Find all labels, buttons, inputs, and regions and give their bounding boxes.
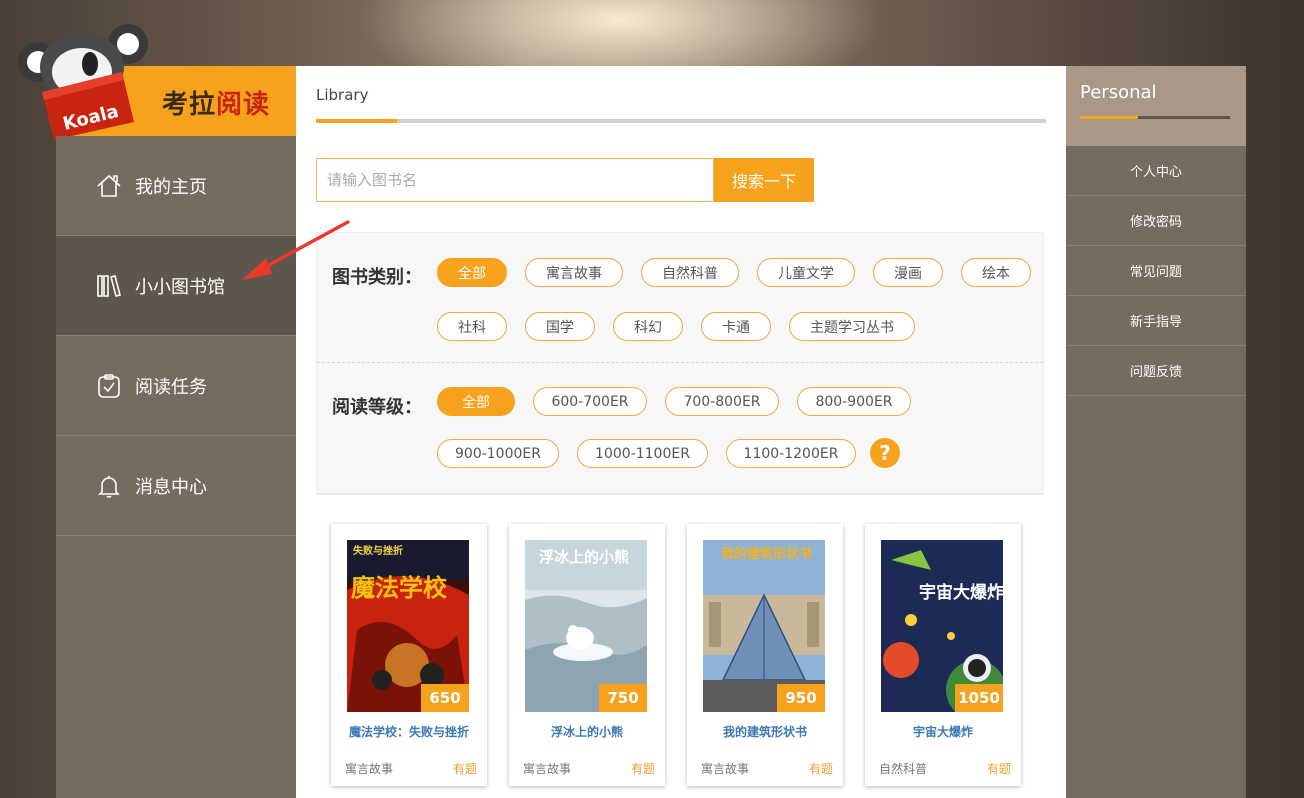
book-title[interactable]: 我的建筑形状书 <box>693 724 837 741</box>
library-icon <box>96 273 122 299</box>
brand-name: 考拉阅读 <box>162 90 271 120</box>
sidebar-item-tasks[interactable]: 阅读任务 <box>56 336 296 436</box>
book-category: 寓言故事 <box>701 762 750 776</box>
sidebar-item-label: 小小图书馆 <box>135 276 225 298</box>
level-badge: 950 <box>777 684 825 712</box>
sidebar-item-label: 我的主页 <box>135 176 207 198</box>
menu-item-faq[interactable]: 常见问题 <box>1066 246 1246 296</box>
category-pill[interactable]: 主题学习丛书 <box>789 312 915 341</box>
cover-title: 我的建筑形状书 <box>721 546 812 562</box>
cover-title: 宇宙大爆炸 <box>919 582 1003 603</box>
level-pill[interactable]: 1000-1100ER <box>577 439 708 468</box>
book-card[interactable]: 我的建筑形状书 950 我的建筑形状书 寓言故事 有题 <box>687 524 843 786</box>
level-label: 阅读等级： <box>332 397 422 418</box>
category-pill[interactable]: 社科 <box>437 312 507 341</box>
book-category: 寓言故事 <box>345 762 394 776</box>
filter-panel: 图书类别： 全部 寓言故事 自然科普 儿童文学 漫画 绘本 社科 国学 科幻 卡… <box>316 232 1044 494</box>
menu-item-profile[interactable]: 个人中心 <box>1066 146 1246 196</box>
book-category: 自然科普 <box>879 762 928 776</box>
book-quiz-tag: 有题 <box>452 762 477 776</box>
book-cover[interactable]: 失败与挫折 魔法学校 650 <box>347 540 469 712</box>
sidebar-item-label: 消息中心 <box>135 476 207 498</box>
category-pill[interactable]: 儿童文学 <box>757 258 855 287</box>
personal-title: Personal <box>1080 82 1157 103</box>
personal-header: Personal <box>1066 66 1246 146</box>
help-icon[interactable]: ? <box>870 438 900 468</box>
book-title[interactable]: 浮冰上的小熊 <box>515 724 659 741</box>
clipboard-check-icon <box>96 373 122 399</box>
level-badge: 650 <box>421 684 469 712</box>
book-category: 寓言故事 <box>523 762 572 776</box>
book-quiz-tag: 有题 <box>808 762 833 776</box>
book-title[interactable]: 魔法学校：失败与挫折 <box>337 724 481 741</box>
category-pill[interactable]: 自然科普 <box>641 258 739 287</box>
level-filter: 阅读等级： 全部 600-700ER 700-800ER 800-900ER 9… <box>317 363 1043 495</box>
sidebar-item-label: 阅读任务 <box>135 376 207 398</box>
category-pill[interactable]: 寓言故事 <box>525 258 623 287</box>
menu-item-change-password[interactable]: 修改密码 <box>1066 196 1246 246</box>
level-pill[interactable]: 700-800ER <box>665 387 779 416</box>
book-card[interactable]: 宇宙大爆炸 1050 宇宙大爆炸 自然科普 有题 <box>865 524 1021 786</box>
search-button[interactable]: 搜索一下 <box>714 158 814 202</box>
koala-mascot-logo: Koala <box>18 24 148 140</box>
divider <box>316 494 1044 495</box>
level-pill[interactable]: 800-900ER <box>797 387 911 416</box>
home-icon <box>96 173 122 199</box>
book-cover[interactable]: 我的建筑形状书 950 <box>703 540 825 712</box>
category-filter: 图书类别： 全部 寓言故事 自然科普 儿童文学 漫画 绘本 社科 国学 科幻 卡… <box>317 233 1043 363</box>
annotation-arrow-icon <box>242 220 350 280</box>
cover-title: 浮冰上的小熊 <box>539 548 629 566</box>
category-pill[interactable]: 全部 <box>437 258 507 287</box>
personal-underline <box>1080 116 1230 119</box>
category-pill[interactable]: 绘本 <box>961 258 1031 287</box>
level-pill[interactable]: 1100-1200ER <box>726 439 856 468</box>
book-quiz-tag: 有题 <box>986 762 1011 776</box>
sidebar-item-messages[interactable]: 消息中心 <box>56 436 296 536</box>
level-pill[interactable]: 900-1000ER <box>437 439 559 468</box>
cover-title: 魔法学校 <box>351 574 448 602</box>
book-title[interactable]: 宇宙大爆炸 <box>871 724 1015 741</box>
level-pill[interactable]: 600-700ER <box>533 387 647 416</box>
book-card[interactable]: 失败与挫折 魔法学校 650 魔法学校：失败与挫折 寓言故事 有题 <box>331 524 487 786</box>
book-quiz-tag: 有题 <box>630 762 655 776</box>
personal-panel: Personal 个人中心 修改密码 常见问题 新手指导 问题反馈 <box>1066 66 1246 798</box>
bell-icon <box>96 473 122 499</box>
category-pill[interactable]: 国学 <box>525 312 595 341</box>
cover-subtitle: 失败与挫折 <box>353 544 403 557</box>
category-pill[interactable]: 卡通 <box>701 312 771 341</box>
tab-underline <box>316 119 1046 123</box>
level-badge: 750 <box>599 684 647 712</box>
book-card[interactable]: 浮冰上的小熊 750 浮冰上的小熊 寓言故事 有题 <box>509 524 665 786</box>
category-pill[interactable]: 漫画 <box>873 258 943 287</box>
tab-library[interactable]: Library <box>316 86 368 104</box>
book-cover[interactable]: 宇宙大爆炸 1050 <box>881 540 1003 712</box>
menu-item-feedback[interactable]: 问题反馈 <box>1066 346 1246 396</box>
menu-item-guide[interactable]: 新手指导 <box>1066 296 1246 346</box>
category-pill[interactable]: 科幻 <box>613 312 683 341</box>
level-badge: 1050 <box>955 684 1003 712</box>
library-panel: Library 搜索一下 图书类别： 全部 寓言故事 自然科普 儿童文学 漫画 … <box>296 66 1066 798</box>
search-input[interactable] <box>316 158 714 202</box>
level-pill[interactable]: 全部 <box>437 387 515 416</box>
book-cover[interactable]: 浮冰上的小熊 750 <box>525 540 647 712</box>
